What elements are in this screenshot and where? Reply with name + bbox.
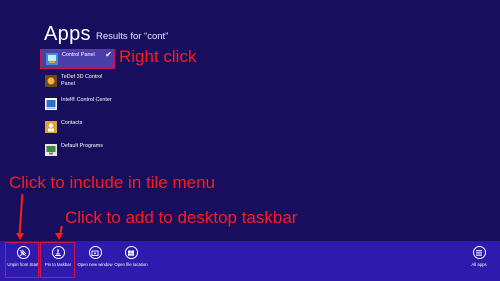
default-programs-icon (45, 144, 57, 156)
file-location-icon (124, 246, 138, 259)
list-item-label: Default Programs (61, 143, 103, 149)
app-item-tedef-3d-control-panel[interactable]: TeDef 3D Control Panel (40, 72, 114, 88)
intel-control-center-icon (45, 98, 57, 110)
list-item-label: Intel® Control Center (61, 97, 112, 103)
start-screen-apps-view: Apps Results for “cont” Control Panel ✔ (0, 0, 500, 281)
pin-taskbar-highlight-box (40, 242, 75, 278)
all-apps-button[interactable]: All apps (460, 244, 498, 280)
annotation-include-tile: Click to include in tile menu (9, 173, 215, 192)
app-item-contacts[interactable]: Contacts (40, 118, 114, 133)
arrowhead-add-taskbar (55, 233, 63, 240)
annotation-add-taskbar: Click to add to desktop taskbar (65, 208, 298, 227)
all-apps-icon (472, 246, 486, 259)
unpin-highlight-box (5, 242, 39, 278)
button-label: All apps (471, 262, 487, 267)
list-item-label: TeDef 3D Control Panel (61, 74, 103, 87)
list-item-label: Contacts (61, 120, 83, 126)
open-file-location-button[interactable]: Open file location (112, 244, 150, 280)
new-window-icon (88, 246, 102, 259)
search-results-label: Results for “cont” (96, 31, 169, 42)
button-label: Open new window (77, 262, 113, 267)
open-new-window-button[interactable]: Open new window (76, 244, 114, 280)
arrow-line-include-tile (18, 193, 24, 235)
selected-check-icon: ✔ (105, 50, 112, 59)
button-label: Open file location (114, 262, 148, 267)
annotation-right-click: Right click (119, 47, 197, 66)
page-title: Apps (44, 23, 91, 45)
arrowhead-include-tile (16, 233, 24, 240)
app-item-default-programs[interactable]: Default Programs (40, 141, 114, 156)
app-item-control-panel[interactable]: Control Panel ✔ (40, 49, 115, 69)
app-item-intel-control-center[interactable]: Intel® Control Center (40, 95, 114, 110)
control-panel-icon (46, 53, 58, 65)
contacts-icon (45, 121, 57, 133)
app-bar: Unpin from Start Pin to taskbar Open new… (0, 241, 500, 281)
tedef-3d-icon (45, 75, 57, 87)
